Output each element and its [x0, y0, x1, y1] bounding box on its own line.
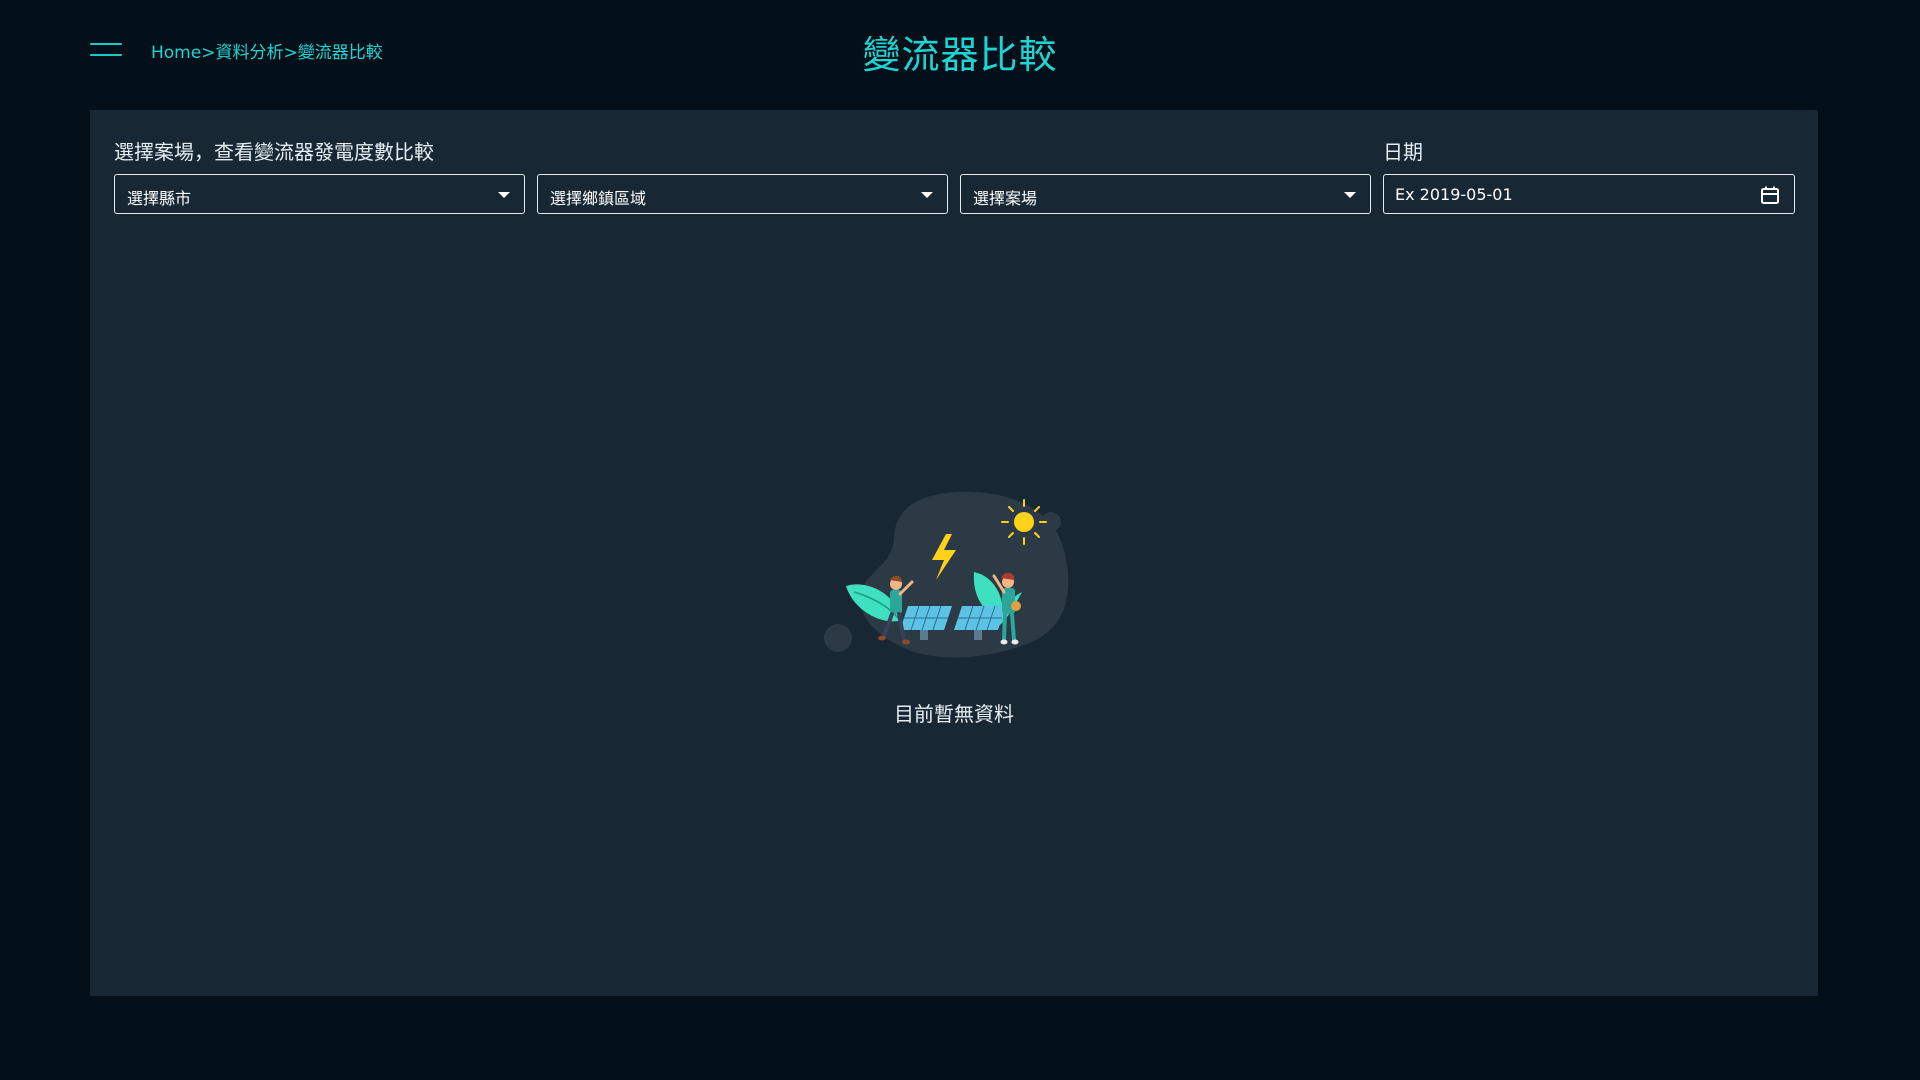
- breadcrumb-separator: >: [201, 43, 216, 63]
- district-select[interactable]: 選擇鄉鎮區域: [537, 174, 948, 214]
- solar-panels-empty-illustration: [824, 491, 1069, 658]
- menu-line: [90, 43, 122, 45]
- caret-down-icon: [498, 192, 510, 198]
- district-select-value: 選擇鄉鎮區域: [550, 189, 647, 208]
- city-select[interactable]: 選擇縣市: [114, 174, 525, 214]
- menu-line: [90, 54, 122, 56]
- empty-state-message: 目前暫無資料: [894, 702, 1014, 726]
- city-select-value: 選擇縣市: [127, 189, 192, 208]
- site-select-value: 選擇案場: [973, 189, 1038, 208]
- breadcrumb-home-link[interactable]: Home: [151, 43, 201, 63]
- calendar-icon[interactable]: [1760, 185, 1780, 205]
- caret-down-icon: [1344, 192, 1356, 198]
- breadcrumb-separator: >: [283, 43, 298, 63]
- caret-down-icon: [921, 192, 933, 198]
- page-title: 變流器比較: [862, 33, 1058, 77]
- breadcrumb-current: 變流器比較: [297, 43, 383, 63]
- breadcrumb: Home>資料分析>變流器比較: [151, 38, 383, 63]
- hamburger-menu-icon[interactable]: [90, 40, 122, 58]
- breadcrumb-section-link[interactable]: 資料分析: [215, 43, 283, 63]
- date-field: [1383, 174, 1795, 214]
- filter-heading: 選擇案場，查看變流器發電度數比較: [114, 140, 434, 164]
- sun-icon: [1001, 499, 1047, 545]
- top-bar: Home>資料分析>變流器比較 變流器比較: [0, 0, 1920, 100]
- date-label: 日期: [1383, 140, 1423, 164]
- site-select[interactable]: 選擇案場: [960, 174, 1371, 214]
- date-input[interactable]: [1384, 175, 1755, 213]
- comparison-panel: 選擇案場，查看變流器發電度數比較 日期 選擇縣市 選擇鄉鎮區域 選擇案場 Ex …: [90, 110, 1818, 996]
- empty-state: 目前暫無資料: [90, 480, 1818, 727]
